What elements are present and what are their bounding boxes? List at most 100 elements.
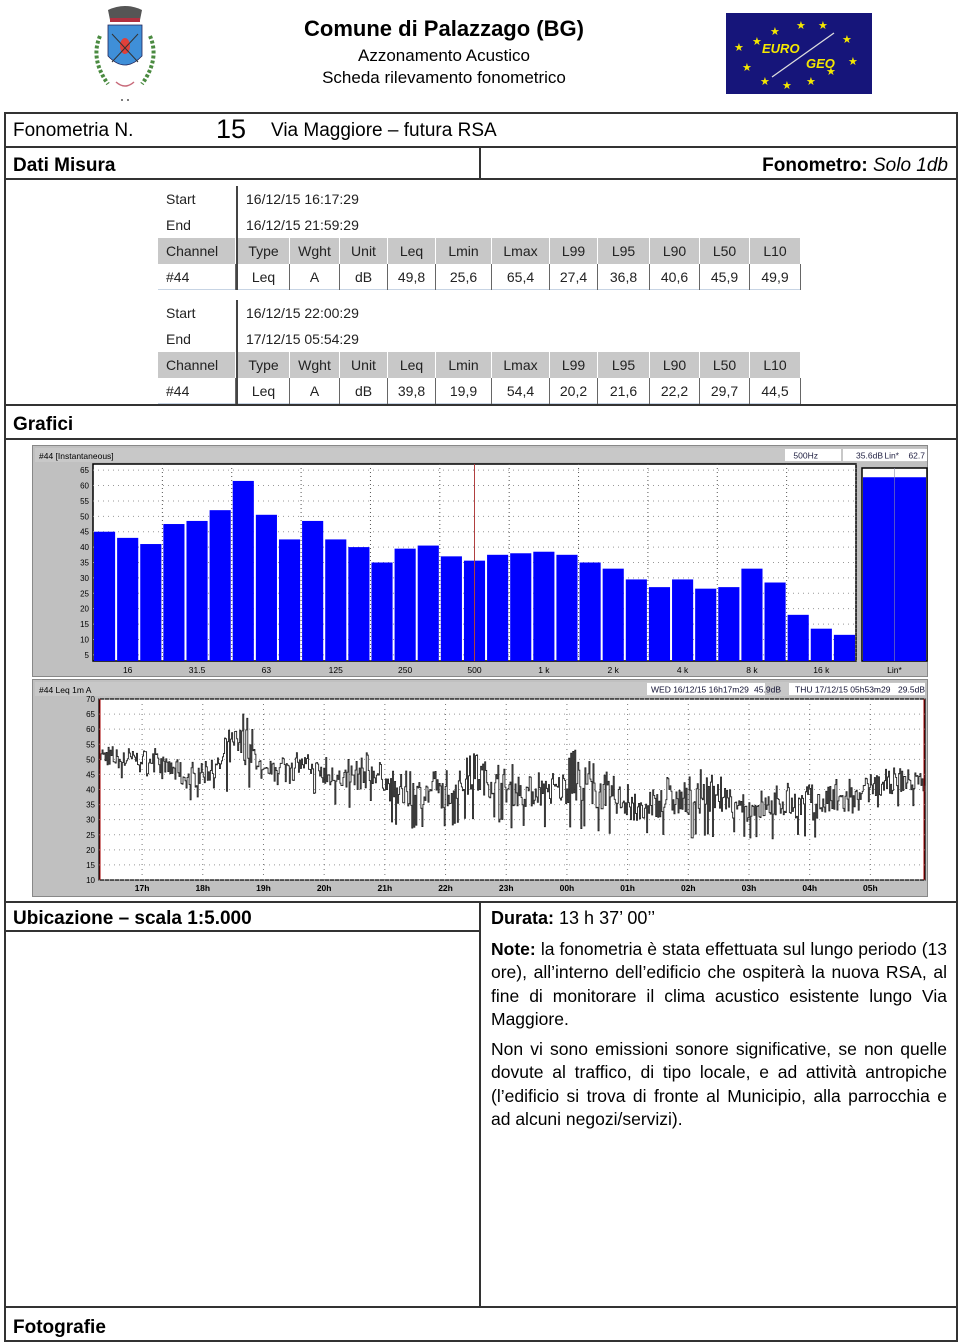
- x-tick-label: 1 k: [538, 665, 550, 675]
- table-cell: 29,7: [700, 377, 750, 404]
- svg-text:GEO: GEO: [806, 56, 835, 71]
- y-tick-label: 55: [80, 497, 89, 506]
- table-cell: Leq: [236, 263, 290, 290]
- x-tick-label: 03h: [742, 883, 757, 893]
- table-cell: 54,4: [492, 377, 550, 404]
- divider-vertical: [479, 901, 481, 1308]
- x-tick-label: 63: [262, 665, 272, 675]
- table-header-row: Channel Type Wght Unit Leq Lmin Lmax L99 L95 L90 L…: [158, 238, 801, 264]
- spectrum-bar: [255, 514, 277, 661]
- divider: [4, 901, 958, 903]
- column-header: Channel: [158, 352, 236, 378]
- notes-label: Note:: [491, 939, 536, 959]
- table-cell: #44: [158, 377, 236, 404]
- end-label: End: [158, 212, 236, 238]
- table-cell: A: [290, 377, 340, 404]
- table-cell: 49,9: [750, 263, 801, 290]
- overall-x-label: Lin*: [887, 665, 902, 675]
- fonometro-field: Fonometro: Solo 1db: [762, 155, 948, 177]
- table-cell: A: [290, 263, 340, 290]
- table-row: #44 Leq AdB 49,8 25,6 65,4 27,4 36,8 40,6 45,9 49,…: [158, 263, 801, 290]
- spectrum-bar: [579, 562, 601, 661]
- spectrum-bar: [741, 568, 763, 661]
- table-cell: 65,4: [492, 263, 550, 290]
- spectrum-bar: [556, 554, 578, 661]
- x-tick-label: 16 k: [813, 665, 830, 675]
- y-tick-label: 35: [80, 559, 89, 568]
- table-cell: 19,9: [436, 377, 492, 404]
- y-tick-label: 15: [86, 861, 95, 870]
- spectrum-bar: [672, 579, 694, 661]
- cursor1-label: WED 16/12/15 16h17m29: [651, 685, 749, 695]
- cursor2-label: THU 17/12/15 05h53m29: [795, 685, 891, 695]
- chart-title: #44 [Instantaneous]: [39, 451, 114, 461]
- spectrum-bar: [440, 556, 462, 661]
- durata-field: Durata: 13 h 37’ 00’’: [491, 908, 655, 929]
- spectrum-bar: [533, 551, 555, 661]
- table-cell: 25,6: [436, 263, 492, 290]
- table-cell: 21,6: [598, 377, 650, 404]
- y-tick-label: 15: [80, 620, 89, 629]
- end-value: 17/12/15 05:54:29: [236, 326, 801, 352]
- table-cell: Leq: [236, 377, 290, 404]
- spectrum-bar: [764, 582, 786, 661]
- column-header: L99: [550, 352, 598, 378]
- spectrum-bar: [94, 531, 116, 661]
- end-label: End: [158, 326, 236, 352]
- cursor-freq: 500Hz: [793, 451, 818, 461]
- svg-text:★: ★: [742, 62, 752, 74]
- table-cell: dB: [340, 377, 388, 404]
- column-header: L99: [550, 238, 598, 264]
- durata-label: Durata:: [491, 908, 555, 928]
- column-header: L95: [598, 352, 650, 378]
- spectrum-bar: [140, 544, 162, 661]
- x-tick-label: 4 k: [677, 665, 689, 675]
- x-tick-label: 8 k: [746, 665, 758, 675]
- table-cell: 40,6: [650, 263, 700, 290]
- table-cell: #44: [158, 263, 236, 290]
- column-header: Lmax: [492, 352, 550, 378]
- start-value: 16/12/15 16:17:29: [236, 186, 801, 212]
- spectrum-bar: [625, 579, 647, 661]
- grafici-label: Grafici: [13, 414, 74, 435]
- x-tick-label: 17h: [135, 883, 150, 893]
- spectrum-chart-svg: #44 [Instantaneous] 500Hz 35.6dB Lin* 62.751…: [35, 448, 928, 675]
- column-header: Wght: [290, 352, 340, 378]
- svg-text:★: ★: [842, 34, 852, 46]
- svg-text:★: ★: [734, 42, 744, 54]
- y-tick-label: 60: [80, 482, 89, 491]
- svg-text:★: ★: [782, 80, 792, 92]
- column-header: Leq: [388, 352, 436, 378]
- table-cell: 20,2: [550, 377, 598, 404]
- spectrum-bar: [833, 634, 855, 661]
- x-tick-label: 250: [398, 665, 412, 675]
- table-cell: 27,4: [550, 263, 598, 290]
- end-row: End 17/12/15 05:54:29: [158, 326, 801, 352]
- x-tick-label: 00h: [560, 883, 575, 893]
- divider-vertical: [479, 146, 481, 180]
- spectrum-bar: [232, 480, 254, 661]
- divider: [4, 930, 480, 932]
- spectrum-bar: [117, 537, 139, 661]
- table-cell: 44,5: [750, 377, 801, 404]
- spectrum-bar: [278, 539, 301, 661]
- svg-text:★: ★: [770, 26, 780, 38]
- column-header: Lmin: [436, 238, 492, 264]
- notes-paragraph-1: Note: la fonometria è stata effettuata s…: [491, 938, 947, 1032]
- x-tick-label: 19h: [256, 883, 271, 893]
- fotografie-label: Fotografie: [13, 1317, 106, 1338]
- x-tick-label: 31.5: [189, 665, 206, 675]
- start-row: Start 16/12/15 16:17:29: [158, 186, 801, 212]
- y-tick-label: 40: [86, 786, 95, 795]
- frame-right: [956, 112, 958, 1342]
- start-value: 16/12/15 22:00:29: [236, 300, 801, 326]
- table-cell: 22,2: [650, 377, 700, 404]
- x-tick-label: 21h: [378, 883, 393, 893]
- eurogeo-stars-icon: ★ ★ ★★ ★★★ ★ ★ ★ ★★ EURO GEO: [734, 20, 858, 92]
- divider: [4, 178, 958, 180]
- cursor-value: 35.6dB: [856, 451, 883, 461]
- spectrum-bar: [602, 568, 624, 661]
- eurogeo-logo: ★ ★ ★ ★ ★ ★ ★ ★ ★ ★ ★ ★ EURO GEO: [726, 13, 872, 94]
- x-tick-label: 20h: [317, 883, 332, 893]
- spectrum-bar: [325, 539, 347, 661]
